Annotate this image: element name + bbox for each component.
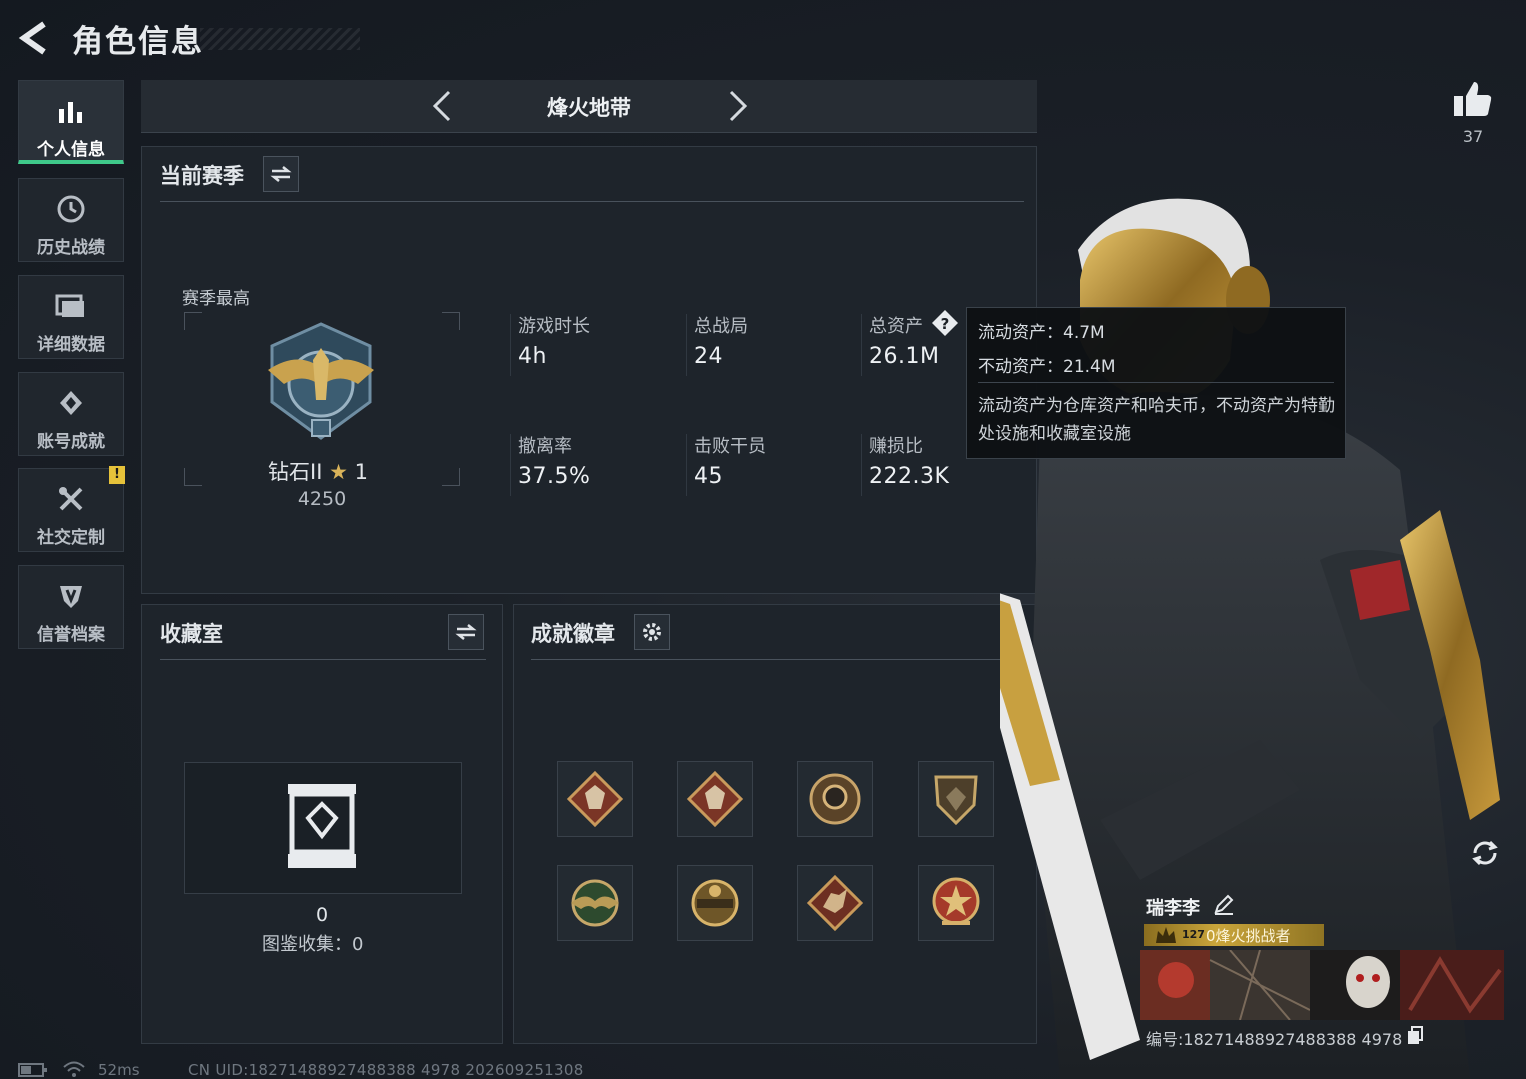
divider	[531, 659, 1021, 660]
header: 角色信息	[0, 0, 1526, 78]
sidebar-item-details[interactable]: 详细数据	[18, 275, 124, 359]
stat-label-profit-ratio: 赚损比	[869, 436, 923, 457]
gold-emblem-medal-icon[interactable]	[677, 865, 753, 941]
season-switch-button[interactable]	[263, 156, 299, 192]
achievements-settings-button[interactable]	[634, 614, 670, 650]
help-icon[interactable]: ?	[930, 308, 960, 338]
player-banner[interactable]	[1140, 950, 1504, 1020]
stat-value-profit-ratio: 222.3K	[869, 464, 950, 489]
battery-icon	[18, 1063, 47, 1077]
copy-icon[interactable]	[1406, 1026, 1424, 1046]
sidebar-item-personal-info[interactable]: 个人信息	[18, 80, 124, 164]
player-uid: 编号:18271488927488388 4978	[1146, 1030, 1403, 1049]
stat-divider	[861, 434, 862, 496]
stat-label-kills: 击败干员	[694, 436, 766, 457]
diamond-rank-emblem-icon	[268, 322, 374, 440]
player-name: 瑞李李	[1146, 898, 1200, 919]
sidebar-item-credit[interactable]: 信誉档案	[18, 565, 124, 649]
collection-title: 收藏室	[160, 622, 223, 646]
diamond-badge-icon	[19, 387, 123, 419]
achievements-title: 成就徽章	[531, 622, 615, 646]
stat-value-kills: 45	[694, 464, 723, 489]
dragon-diamond-medal-icon[interactable]	[797, 865, 873, 941]
stat-label-extract-rate: 撤离率	[518, 436, 572, 457]
collection-label: 图鉴收集：0	[262, 934, 364, 955]
collection-switch-button[interactable]	[448, 614, 484, 650]
gear-icon	[643, 623, 661, 641]
sidebar-item-history[interactable]: 历史战绩	[18, 178, 124, 262]
season-best-label: 赛季最高	[182, 289, 250, 309]
player-title-badge[interactable]: 127 0烽火挑战者	[1144, 924, 1324, 946]
divider	[160, 659, 486, 660]
sidebar-item-label: 历史战绩	[37, 238, 105, 258]
stat-value-matches: 24	[694, 344, 723, 369]
alert-badge: !	[109, 466, 125, 484]
footer-uid: CN UID:18271488927488388 4978 2026092513…	[188, 1061, 584, 1079]
sidebar-item-label: 个人信息	[37, 140, 105, 160]
rotate-icon[interactable]	[1468, 836, 1502, 870]
like-count: 37	[1462, 127, 1484, 146]
stat-divider	[510, 314, 511, 376]
stat-label-playtime: 游戏时长	[518, 316, 590, 337]
red-star-medal-icon[interactable]	[918, 865, 994, 941]
stat-value-playtime: 4h	[518, 344, 547, 369]
status-bar: 52ms CN UID:18271488927488388 4978 20260…	[18, 1058, 718, 1079]
stat-divider	[686, 314, 687, 376]
swap-icon	[270, 166, 292, 182]
rank-score: 4250	[297, 488, 347, 510]
crown-icon	[1156, 927, 1176, 943]
thumbs-up-icon[interactable]	[1452, 78, 1494, 120]
assets-tooltip: 流动资产：4.7M 不动资产：21.4M 流动资产为仓库资产和哈夫币，不动资产为…	[966, 307, 1346, 459]
mode-name: 烽火地带	[547, 96, 631, 120]
tooltip-description: 流动资产为仓库资产和哈夫币，不动资产为特勤处设施和收藏室设施	[978, 396, 1335, 444]
stat-label-matches: 总战局	[694, 316, 748, 337]
wolf-diamond-medal-icon[interactable]	[677, 761, 753, 837]
stat-value-assets: 26.1M	[869, 344, 940, 369]
sidebar-item-label: 账号成就	[37, 432, 105, 452]
clock-icon	[19, 193, 123, 225]
stat-label-assets: 总资产	[869, 316, 923, 337]
back-icon[interactable]	[16, 18, 56, 58]
tooltip-divider	[978, 382, 1334, 383]
next-mode-icon[interactable]	[719, 88, 755, 124]
title-text: 0烽火挑战者	[1206, 927, 1291, 945]
ping-value: 52ms	[98, 1061, 140, 1079]
title-decoration	[200, 28, 360, 50]
bar-chart-icon	[19, 95, 123, 127]
divider	[160, 201, 1024, 202]
sidebar-item-label: 社交定制	[37, 528, 105, 548]
sidebar-item-label: 信誉档案	[37, 625, 105, 645]
tooltip-fixed-assets: 不动资产：21.4M	[978, 357, 1116, 377]
star-icon: ★	[329, 460, 348, 484]
svg-text:?: ?	[941, 315, 950, 333]
folder-icon	[19, 290, 123, 322]
tooltip-liquid-assets: 流动资产：4.7M	[978, 323, 1105, 343]
green-wings-medal-icon[interactable]	[557, 865, 633, 941]
edit-icon[interactable]	[1212, 892, 1236, 916]
sidebar-item-label: 详细数据	[37, 335, 105, 355]
page-title: 角色信息	[72, 24, 204, 60]
swap-icon	[455, 624, 477, 640]
display-case-icon	[288, 784, 356, 868]
round-bronze-medal-icon[interactable]	[797, 761, 873, 837]
wolf-diamond-medal-icon[interactable]	[557, 761, 633, 837]
collection-count: 0	[315, 904, 329, 926]
stat-divider	[686, 434, 687, 496]
stat-divider	[861, 314, 862, 376]
season-title: 当前赛季	[160, 164, 244, 188]
stat-divider	[510, 434, 511, 496]
mode-selector: 烽火地带	[141, 80, 1037, 133]
wifi-icon	[63, 1061, 85, 1077]
tools-icon	[19, 483, 123, 515]
rank-name: 钻石II ★ 1	[268, 460, 368, 484]
shield-gem-medal-icon[interactable]	[918, 761, 994, 837]
sidebar-item-achievements[interactable]: 账号成就	[18, 372, 124, 456]
stat-value-extract-rate: 37.5%	[518, 464, 591, 489]
title-level: 127	[1182, 928, 1205, 941]
shield-icon	[19, 580, 123, 612]
